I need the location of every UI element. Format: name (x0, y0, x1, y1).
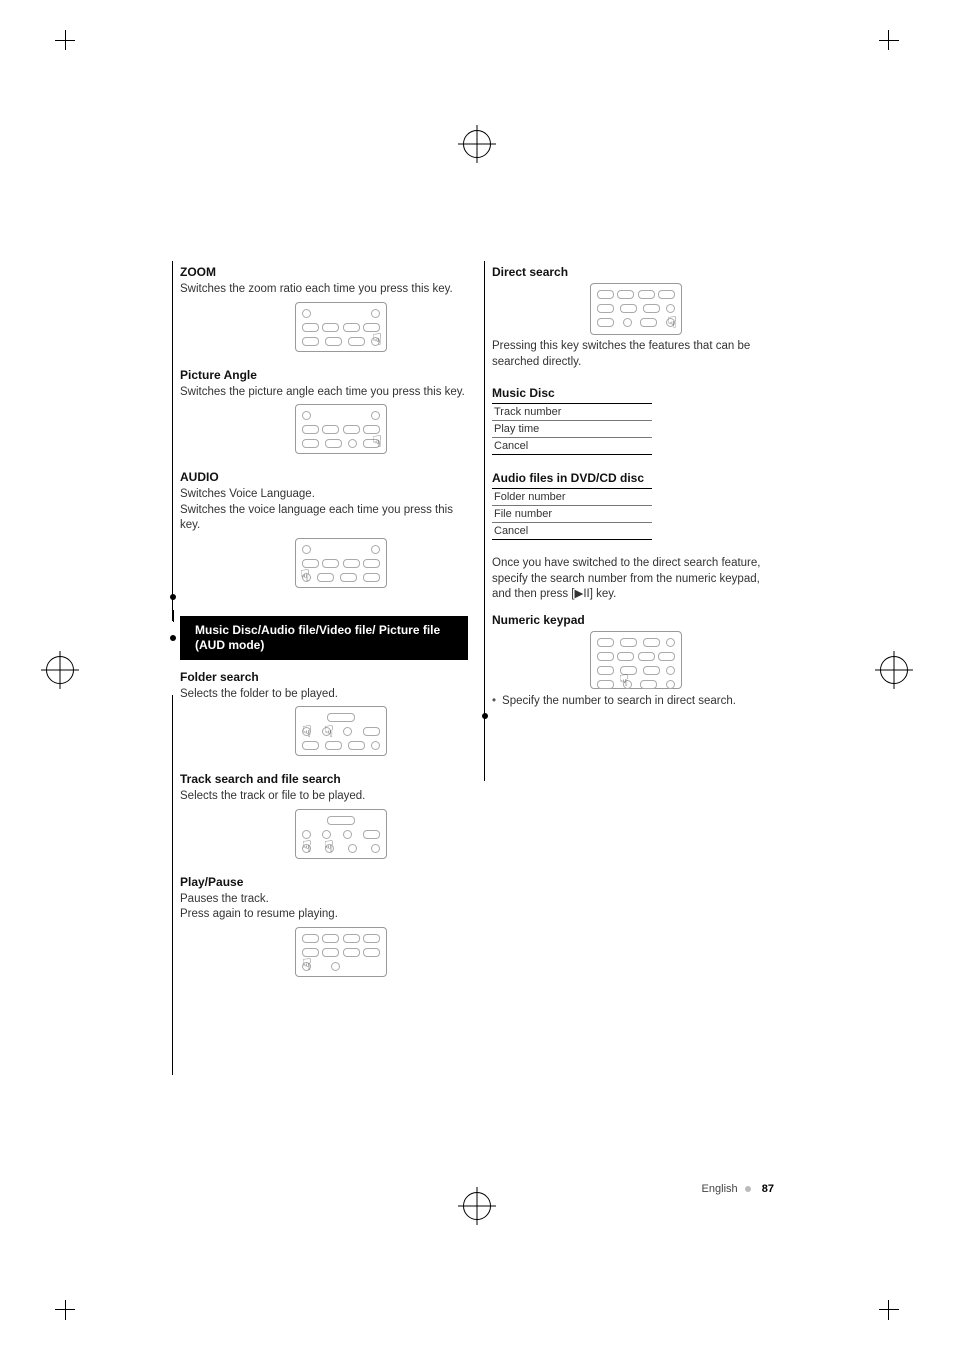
table-audio-files: Folder number File number Cancel (492, 488, 652, 540)
heading-picture-angle: Picture Angle (180, 368, 468, 382)
bullet-icon: • (492, 695, 496, 707)
footer-page-number: 87 (762, 1183, 774, 1195)
remote-illustration: ☟ ☟ (295, 706, 387, 756)
heading-play-pause: Play/Pause (180, 875, 468, 889)
remote-illustration: ☟ (295, 538, 387, 588)
bullet-text: Specify the number to search in direct s… (502, 695, 736, 707)
table-row: Cancel (492, 523, 652, 540)
section-play-pause: Play/Pause Pauses the track. Press again… (180, 875, 468, 977)
guide-line (484, 261, 485, 781)
table-row: Cancel (492, 438, 652, 455)
footer-dot-icon (745, 1186, 751, 1192)
section-numeric-keypad: Numeric keypad ☟ • Specify the number to … (492, 613, 780, 719)
section-end-marker (482, 713, 488, 719)
heading-music-disc: Music Disc (492, 386, 780, 400)
left-column: ZOOM Switches the zoom ratio each time y… (180, 265, 468, 993)
text-audio-2: Switches the voice language each time yo… (180, 503, 468, 534)
remote-illustration: ☟ (295, 927, 387, 977)
text-track-search: Selects the track or file to be played. (180, 789, 468, 805)
table-row: Folder number (492, 489, 652, 506)
registration-mark-top (463, 130, 491, 158)
text-after-tables: Once you have switched to the direct sea… (492, 556, 780, 603)
page-footer: English 87 (702, 1183, 774, 1195)
section-end-marker (170, 594, 176, 600)
heading-folder-search: Folder search (180, 670, 468, 684)
section-direct-search: Direct search ☟ Pressing this key switch… (492, 265, 780, 370)
registration-mark-left (46, 656, 74, 684)
heading-aud-mode: Music Disc/Audio file/Video file/ Pictur… (180, 616, 468, 660)
text-folder-search: Selects the folder to be played. (180, 687, 468, 703)
text-direct-search: Pressing this key switches the features … (492, 339, 780, 370)
section-folder-search: Folder search Selects the folder to be p… (180, 670, 468, 757)
text-audio-1: Switches Voice Language. (180, 487, 468, 503)
text-zoom: Switches the zoom ratio each time you pr… (180, 282, 468, 298)
guide-line (172, 261, 173, 621)
section-audio-files: Audio files in DVD/CD disc Folder number… (492, 471, 780, 540)
section-audio: AUDIO Switches Voice Language. Switches … (180, 470, 468, 600)
bullet-numeric-keypad: • Specify the number to search in direct … (492, 695, 780, 707)
heading-track-search: Track search and file search (180, 772, 468, 786)
registration-mark-bottom (463, 1192, 491, 1220)
registration-mark-right (880, 656, 908, 684)
section-music-disc: Music Disc Track number Play time Cancel (492, 386, 780, 455)
table-row: File number (492, 506, 652, 523)
table-row: Track number (492, 404, 652, 421)
right-column: Direct search ☟ Pressing this key switch… (492, 265, 780, 993)
guide-line (172, 695, 173, 1075)
remote-illustration: ☟ (295, 404, 387, 454)
heading-audio-files: Audio files in DVD/CD disc (492, 471, 780, 485)
heading-zoom: ZOOM (180, 265, 468, 279)
heading-audio: AUDIO (180, 470, 468, 484)
remote-illustration: ☟ ☟ (295, 809, 387, 859)
remote-illustration: ☟ (590, 631, 682, 689)
heading-direct-search: Direct search (492, 265, 780, 279)
remote-illustration: ☟ (295, 302, 387, 352)
footer-language: English (702, 1183, 738, 1195)
table-music-disc: Track number Play time Cancel (492, 403, 652, 455)
text-picture-angle: Switches the picture angle each time you… (180, 385, 468, 401)
remote-illustration: ☟ (590, 283, 682, 335)
text-play-pause-2: Press again to resume playing. (180, 907, 468, 923)
text-play-pause-1: Pauses the track. (180, 892, 468, 908)
section-track-search: Track search and file search Selects the… (180, 772, 468, 859)
section-zoom: ZOOM Switches the zoom ratio each time y… (180, 265, 468, 352)
section-picture-angle: Picture Angle Switches the picture angle… (180, 368, 468, 455)
table-row: Play time (492, 421, 652, 438)
heading-numeric-keypad: Numeric keypad (492, 613, 780, 627)
